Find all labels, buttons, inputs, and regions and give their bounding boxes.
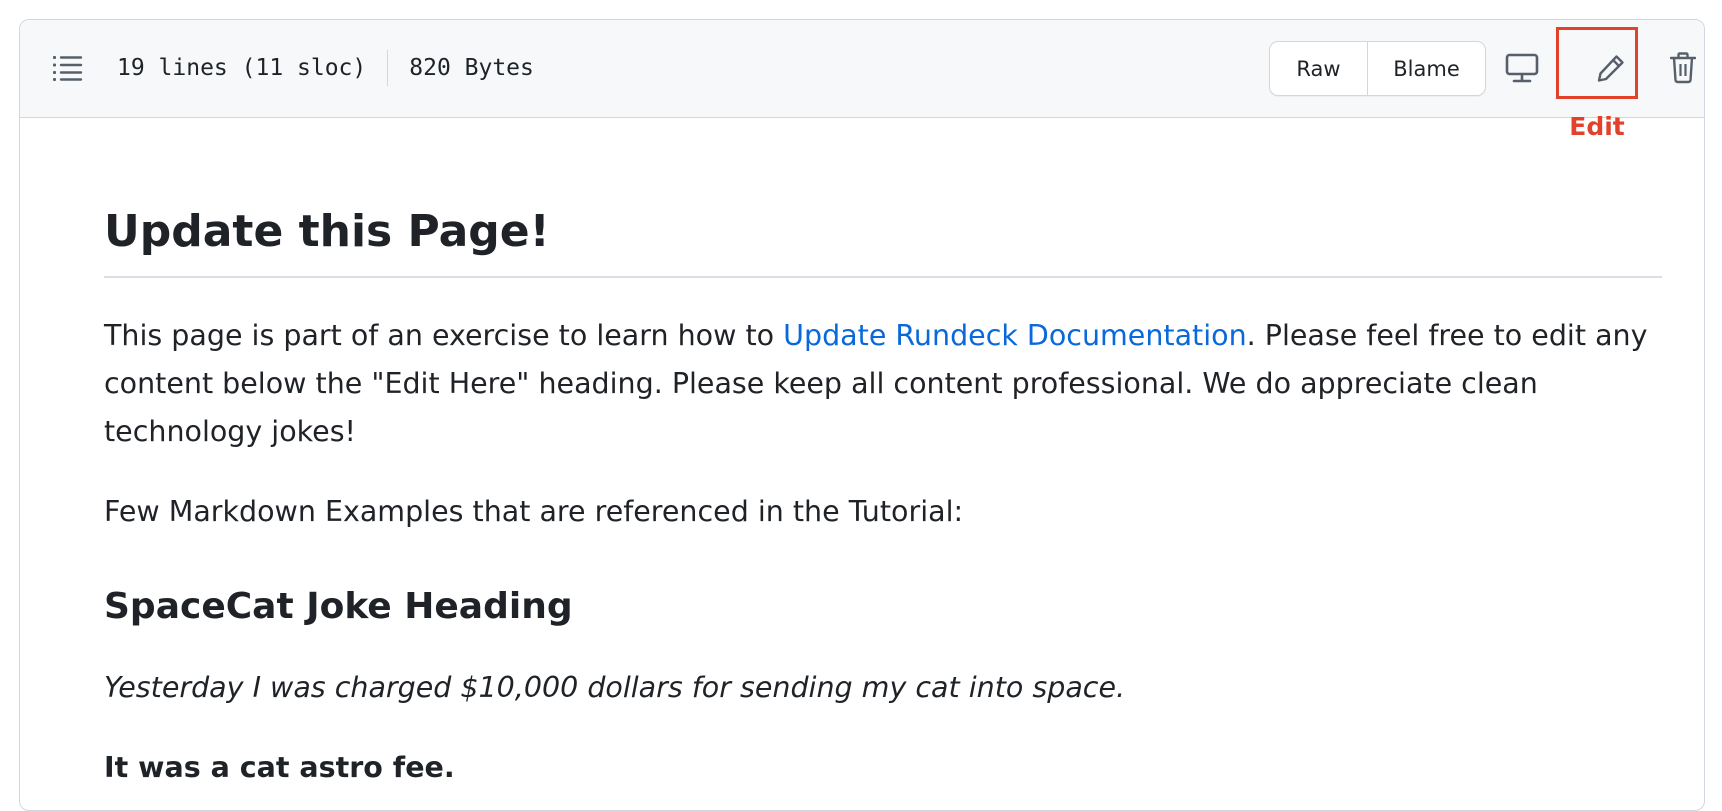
docs-link[interactable]: Update Rundeck Documentation [783,319,1247,352]
file-info-divider [387,50,389,86]
desktop-icon [1505,53,1539,83]
blame-button[interactable]: Blame [1368,42,1485,95]
delete-button[interactable] [1663,48,1703,88]
intro-paragraph: This page is part of an exercise to lear… [104,312,1674,456]
edit-annotation-label: Edit [1569,112,1625,141]
pencil-icon [1597,55,1624,82]
outline-button[interactable] [50,50,86,86]
raw-blame-button-group: Raw Blame [1269,41,1486,96]
edit-button[interactable] [1591,48,1631,88]
line-count: 19 lines (11 sloc) [117,55,367,81]
raw-button[interactable]: Raw [1270,42,1368,95]
joke-punchline: It was a cat astro fee. [104,751,455,784]
intro-text-before: This page is part of an exercise to lear… [104,319,784,352]
list-unordered-icon [53,56,83,81]
file-viewer: 19 lines (11 sloc) 820 Bytes Raw Blame U… [19,19,1705,811]
page-title: Update this Page! [104,202,1662,278]
joke-heading: SpaceCat Joke Heading [104,586,573,627]
file-size: 820 Bytes [409,55,534,81]
display-source-button[interactable] [1502,48,1542,88]
joke-line: Yesterday I was charged $10,000 dollars … [104,671,1126,704]
examples-paragraph: Few Markdown Examples that are reference… [104,495,964,528]
trash-icon [1670,52,1696,84]
file-info: 19 lines (11 sloc) 820 Bytes [117,48,534,88]
file-header: 19 lines (11 sloc) 820 Bytes Raw Blame [20,20,1704,118]
